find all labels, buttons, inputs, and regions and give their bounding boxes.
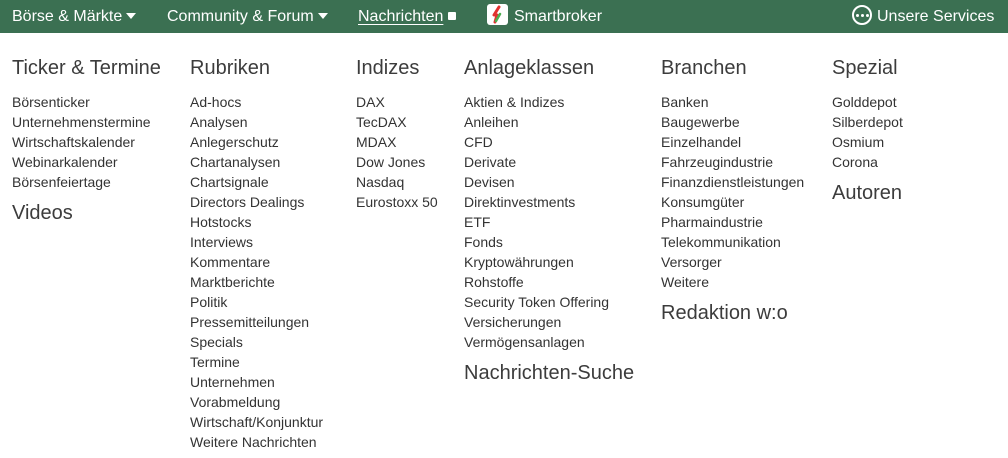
- menu-link[interactable]: Marktberichte: [190, 272, 323, 292]
- menu-link[interactable]: Baugewerbe: [661, 112, 804, 132]
- caret-down-icon: [126, 12, 137, 19]
- menu-link[interactable]: Banken: [661, 92, 804, 112]
- menu-link[interactable]: Kommentare: [190, 252, 323, 272]
- menu-link[interactable]: Eurostoxx 50: [356, 192, 438, 212]
- menu-link[interactable]: Security Token Offering: [464, 292, 634, 312]
- square-icon: [448, 11, 457, 20]
- menu-link[interactable]: Fonds: [464, 232, 634, 252]
- menu-link[interactable]: Konsumgüter: [661, 192, 804, 212]
- caret-down-icon: [317, 12, 328, 19]
- menu-link[interactable]: Vermögensanlagen: [464, 332, 634, 352]
- menu-link[interactable]: Pressemitteilungen: [190, 312, 323, 332]
- menu-link[interactable]: Wirtschaft/Konjunktur: [190, 412, 323, 432]
- menu-link[interactable]: Versicherungen: [464, 312, 634, 332]
- heading-anlageklassen[interactable]: Anlageklassen: [464, 56, 634, 80]
- menu-link[interactable]: Börsenticker: [12, 92, 161, 112]
- menu-link[interactable]: Silberdepot: [832, 112, 903, 132]
- nav-community-forum-label: Community & Forum: [167, 8, 314, 25]
- branchen-list: Banken Baugewerbe Einzelhandel Fahrzeugi…: [661, 92, 804, 292]
- menu-link[interactable]: Chartanalysen: [190, 152, 323, 172]
- menu-link[interactable]: Golddepot: [832, 92, 903, 112]
- menu-link[interactable]: Vorabmeldung: [190, 392, 323, 412]
- menu-link[interactable]: Pharmaindustrie: [661, 212, 804, 232]
- heading-nachrichten-suche[interactable]: Nachrichten-Suche: [464, 361, 634, 385]
- menu-link[interactable]: Nasdaq: [356, 172, 438, 192]
- menu-link[interactable]: Finanzdienstleistungen: [661, 172, 804, 192]
- column-anlageklassen: Anlageklassen Aktien & Indizes Anleihen …: [464, 33, 634, 384]
- menu-link[interactable]: Börsenfeiertage: [12, 172, 161, 192]
- column-indizes: Indizes DAX TecDAX MDAX Dow Jones Nasdaq…: [356, 33, 438, 210]
- menu-link[interactable]: Directors Dealings: [190, 192, 323, 212]
- menu-link[interactable]: Weitere Nachrichten: [190, 432, 323, 452]
- menu-link[interactable]: Telekommunikation: [661, 232, 804, 252]
- menu-link[interactable]: Specials: [190, 332, 323, 352]
- menu-link[interactable]: Anlegerschutz: [190, 132, 323, 152]
- rubriken-list: Ad-hocs Analysen Anlegerschutz Chartanal…: [190, 92, 323, 452]
- menu-link[interactable]: Analysen: [190, 112, 323, 132]
- column-ticker-termine: Ticker & Termine Börsenticker Unternehme…: [12, 33, 161, 224]
- ticker-list: Börsenticker Unternehmenstermine Wirtsch…: [12, 92, 161, 192]
- menu-link[interactable]: Interviews: [190, 232, 323, 252]
- menu-link[interactable]: DAX: [356, 92, 438, 112]
- nav-nachrichten-label: Nachrichten: [358, 8, 444, 25]
- menu-link[interactable]: Chartsignale: [190, 172, 323, 192]
- menu-link[interactable]: Aktien & Indizes: [464, 92, 634, 112]
- menu-link[interactable]: MDAX: [356, 132, 438, 152]
- menu-link[interactable]: Hotstocks: [190, 212, 323, 232]
- menu-link[interactable]: Devisen: [464, 172, 634, 192]
- nav-unsere-services[interactable]: Unsere Services: [852, 0, 994, 33]
- menu-link[interactable]: Unternehmenstermine: [12, 112, 161, 132]
- nav-smartbroker[interactable]: Smartbroker: [487, 0, 602, 33]
- menu-link[interactable]: Fahrzeugindustrie: [661, 152, 804, 172]
- menu-link[interactable]: Einzelhandel: [661, 132, 804, 152]
- nav-boerse-maerkte[interactable]: Börse & Märkte: [12, 0, 137, 33]
- heading-autoren[interactable]: Autoren: [832, 181, 903, 205]
- menu-link[interactable]: Derivate: [464, 152, 634, 172]
- heading-spezial[interactable]: Spezial: [832, 56, 903, 80]
- indizes-list: DAX TecDAX MDAX Dow Jones Nasdaq Eurosto…: [356, 92, 438, 212]
- heading-videos[interactable]: Videos: [12, 201, 161, 225]
- menu-link[interactable]: Weitere: [661, 272, 804, 292]
- menu-link[interactable]: CFD: [464, 132, 634, 152]
- menu-link[interactable]: ETF: [464, 212, 634, 232]
- nav-nachrichten[interactable]: Nachrichten: [358, 0, 457, 33]
- menu-link[interactable]: Politik: [190, 292, 323, 312]
- menu-link[interactable]: Anleihen: [464, 112, 634, 132]
- menu-link[interactable]: Unternehmen: [190, 372, 323, 392]
- more-dots-circle-icon: [852, 4, 872, 25]
- menu-link[interactable]: Rohstoffe: [464, 272, 634, 292]
- menu-link[interactable]: Corona: [832, 152, 903, 172]
- menu-link[interactable]: Direktinvestments: [464, 192, 634, 212]
- menu-link[interactable]: Webinarkalender: [12, 152, 161, 172]
- spezial-list: Golddepot Silberdepot Osmium Corona: [832, 92, 903, 172]
- anlageklassen-list: Aktien & Indizes Anleihen CFD Derivate D…: [464, 92, 634, 352]
- nav-unsere-services-label: Unsere Services: [877, 8, 995, 25]
- menu-link[interactable]: Dow Jones: [356, 152, 438, 172]
- top-navigation-bar: Börse & Märkte Community & Forum Nachric…: [0, 0, 1008, 33]
- heading-redaktion[interactable]: Redaktion w:o: [661, 301, 804, 325]
- column-spezial: Spezial Golddepot Silberdepot Osmium Cor…: [832, 33, 903, 204]
- menu-link[interactable]: Kryptowährungen: [464, 252, 634, 272]
- column-rubriken: Rubriken Ad-hocs Analysen Anlegerschutz …: [190, 33, 323, 450]
- menu-link[interactable]: Termine: [190, 352, 323, 372]
- nav-community-forum[interactable]: Community & Forum: [167, 0, 328, 33]
- menu-link[interactable]: Wirtschaftskalender: [12, 132, 161, 152]
- column-branchen: Branchen Banken Baugewerbe Einzelhandel …: [661, 33, 804, 324]
- heading-rubriken[interactable]: Rubriken: [190, 56, 323, 80]
- menu-link[interactable]: TecDAX: [356, 112, 438, 132]
- menu-link[interactable]: Versorger: [661, 252, 804, 272]
- menu-link[interactable]: Osmium: [832, 132, 903, 152]
- nav-smartbroker-label: Smartbroker: [514, 8, 603, 25]
- smartbroker-logo-icon: [487, 4, 508, 26]
- menu-link[interactable]: Ad-hocs: [190, 92, 323, 112]
- nachrichten-mega-menu: Ticker & Termine Börsenticker Unternehme…: [0, 33, 1008, 458]
- heading-branchen[interactable]: Branchen: [661, 56, 804, 80]
- nav-boerse-maerkte-label: Börse & Märkte: [12, 8, 123, 25]
- heading-indizes[interactable]: Indizes: [356, 56, 438, 80]
- heading-ticker-termine[interactable]: Ticker & Termine: [12, 56, 161, 80]
